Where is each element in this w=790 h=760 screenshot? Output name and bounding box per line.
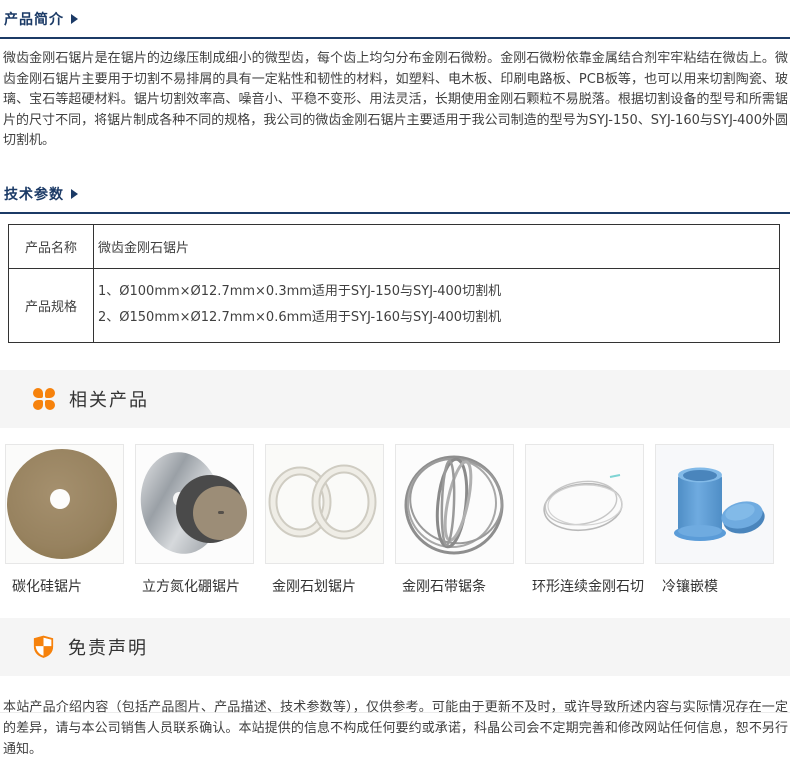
product-card[interactable]: 碳化硅锯片 [5, 444, 124, 596]
related-products-title: 相关产品 [69, 386, 149, 412]
silicon-carbide-blade-image [5, 444, 124, 564]
diamond-scribing-blade-image [265, 444, 384, 564]
product-card[interactable]: 冷镶嵌模 [655, 444, 774, 596]
product-card[interactable]: 金刚石带锯条 [395, 444, 514, 596]
product-label[interactable]: 环形连续金刚石切... [525, 576, 644, 596]
product-detail-page: 产品简介 微齿金刚石锯片是在锯片的边缘压制成细小的微型齿，每个齿上均匀分布金刚石… [0, 0, 790, 713]
product-label[interactable]: 立方氮化硼锯片 [135, 576, 254, 596]
section-header-intro: 产品简介 [0, 0, 790, 39]
product-card[interactable]: 立方氮化硼锯片 [135, 444, 254, 596]
table-row: 产品名称 微齿金刚石锯片 [9, 224, 780, 268]
specs-title: 技术参数 [4, 184, 64, 204]
spec-row1-value: 微齿金刚石锯片 [94, 224, 780, 268]
disclaimer-text: 本站产品介绍内容（包括产品图片、产品描述、技术参数等），仅供参考。可能由于更新不… [0, 676, 790, 760]
section-header-specs: 技术参数 [0, 175, 790, 214]
product-label[interactable]: 金刚石带锯条 [395, 576, 514, 596]
related-products-list: 碳化硅锯片 立 [0, 444, 790, 596]
product-card[interactable]: 环形连续金刚石切... [525, 444, 644, 596]
diamond-band-saw-image [395, 444, 514, 564]
diamond-wire-loop-image [525, 444, 644, 564]
product-label[interactable]: 金刚石划锯片 [265, 576, 384, 596]
disclaimer-title: 免责声明 [68, 634, 148, 660]
table-row: 产品规格 1、Ø100mm×Ø12.7mm×0.3mm适用于SYJ-150与SY… [9, 268, 780, 342]
product-card[interactable]: 金刚石划锯片 [265, 444, 384, 596]
cbn-blade-image [135, 444, 254, 564]
spec-row2-label: 产品规格 [9, 268, 94, 342]
intro-title: 产品简介 [4, 9, 64, 29]
spec-table: 产品名称 微齿金刚石锯片 产品规格 1、Ø100mm×Ø12.7mm×0.3mm… [8, 224, 780, 343]
shield-icon [33, 635, 54, 658]
intro-paragraph: 微齿金刚石锯片是在锯片的边缘压制成细小的微型齿，每个齿上均匀分布金刚石微粉。金刚… [0, 39, 790, 152]
spec-row2-value: 1、Ø100mm×Ø12.7mm×0.3mm适用于SYJ-150与SYJ-400… [94, 268, 780, 342]
spec-line-1: 1、Ø100mm×Ø12.7mm×0.3mm适用于SYJ-150与SYJ-400… [98, 279, 779, 305]
cold-mounting-mold-image [655, 444, 774, 564]
triangle-right-icon [71, 189, 78, 199]
clover-icon [33, 388, 55, 410]
triangle-right-icon [71, 14, 78, 24]
product-label[interactable]: 冷镶嵌模 [655, 576, 774, 596]
disclaimer-band: 免责声明 [0, 618, 790, 676]
spec-line-2: 2、Ø150mm×Ø12.7mm×0.6mm适用于SYJ-160与SYJ-400… [98, 305, 779, 331]
product-label[interactable]: 碳化硅锯片 [5, 576, 124, 596]
spec-row1-label: 产品名称 [9, 224, 94, 268]
related-products-band: 相关产品 [0, 370, 790, 428]
